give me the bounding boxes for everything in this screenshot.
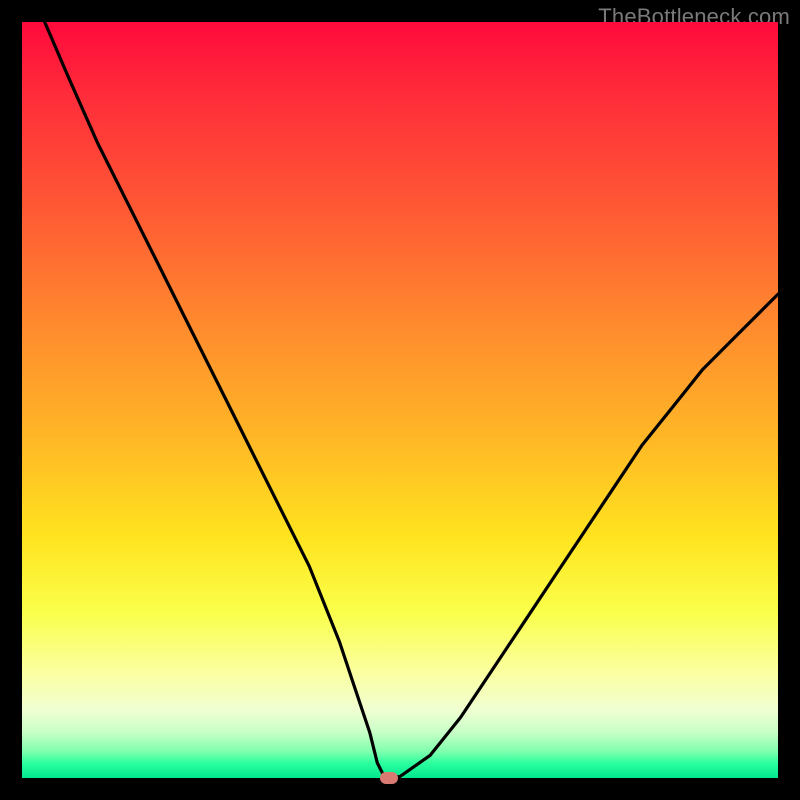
optimum-marker bbox=[380, 772, 398, 784]
plot-area bbox=[22, 22, 778, 778]
chart-frame: TheBottleneck.com bbox=[0, 0, 800, 800]
bottleneck-curve bbox=[22, 22, 778, 778]
curve-path bbox=[45, 22, 778, 778]
